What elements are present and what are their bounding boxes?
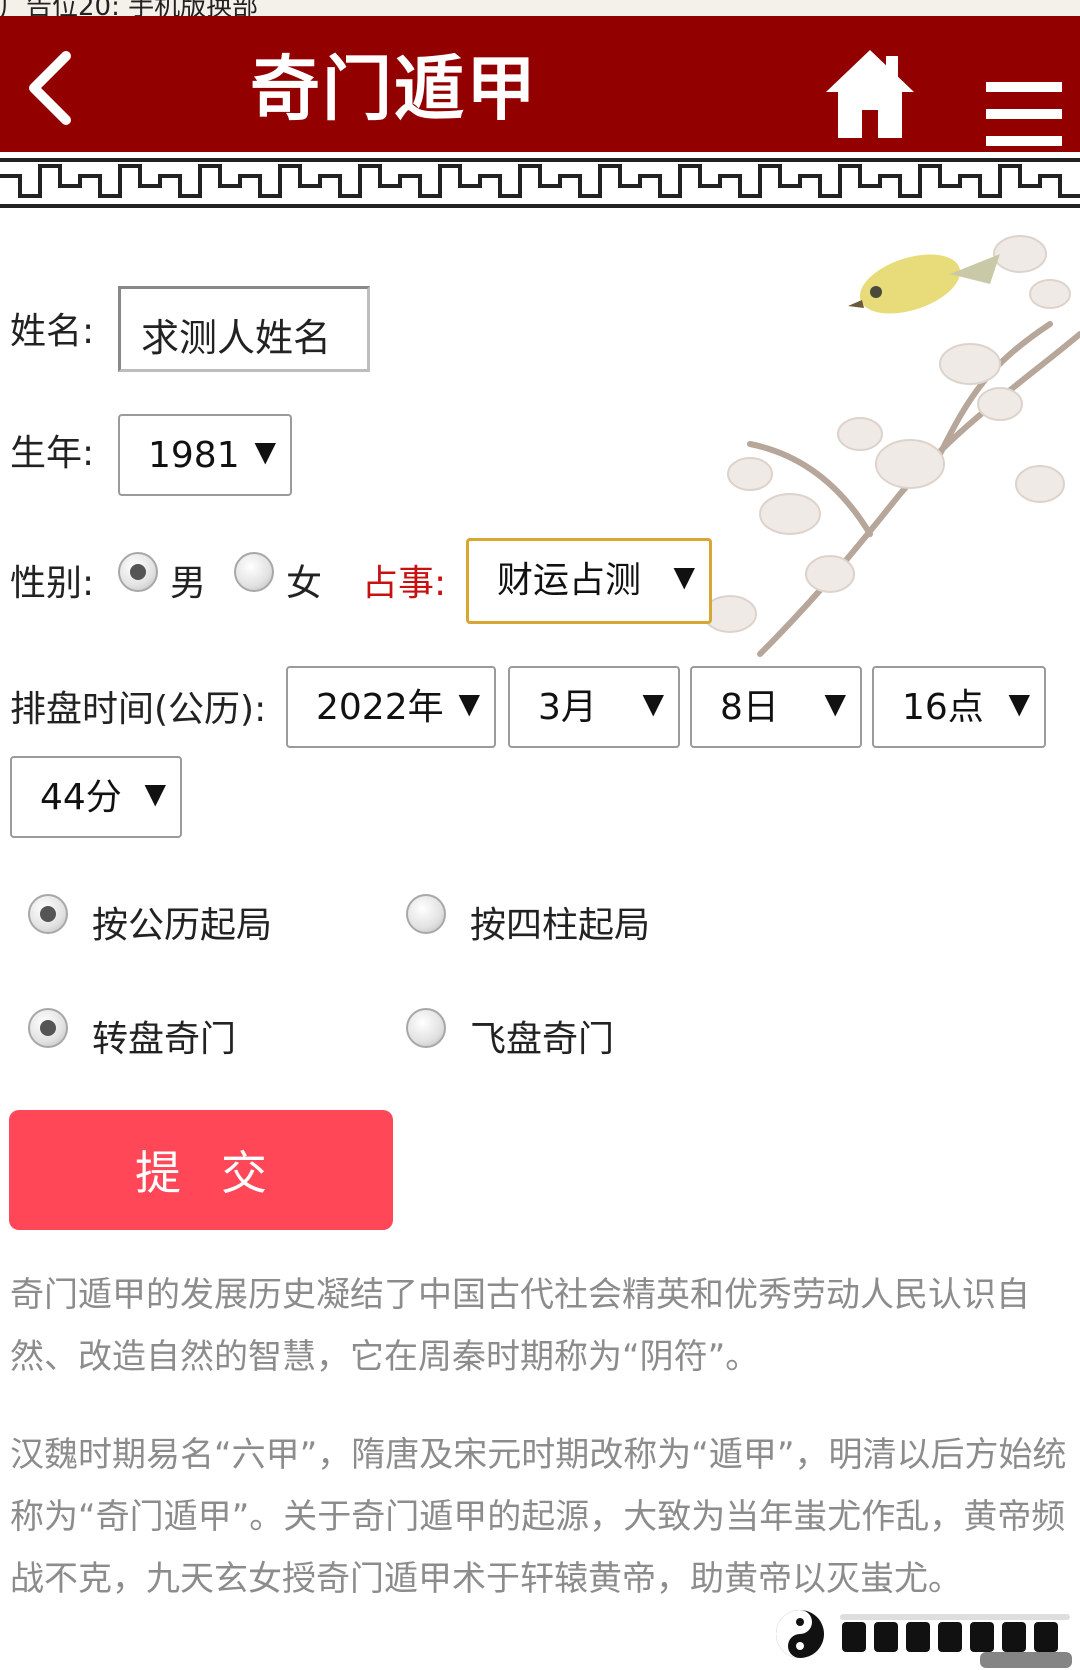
intro-paragraph-1: 奇门遁甲的发展历史凝结了中国古代社会精英和优秀劳动人民认识自然、改造自然的智慧，…: [10, 1275, 1030, 1377]
dropdown-arrow-icon: ▼: [254, 435, 276, 468]
divination-value: 财运占测: [497, 560, 642, 601]
submit-button[interactable]: 提交: [9, 1110, 393, 1230]
plate-flying-radio[interactable]: [406, 1008, 446, 1048]
gender-female-radio[interactable]: [234, 552, 274, 592]
method-pillars-label: 按四柱起局: [470, 905, 651, 946]
dropdown-arrow-icon: ▼: [144, 777, 166, 810]
gender-label: 性别:: [10, 563, 95, 604]
top-banner-strip: 广告位20: 手机版换部: [0, 0, 1080, 16]
dropdown-arrow-icon: ▼: [642, 687, 664, 720]
intro-paragraph-2: 汉魏时期易名“六甲”，隋唐及宋元时期改称为“遁甲”，明清以后方始统称为“奇门遁甲…: [10, 1435, 1067, 1599]
gender-male-radio[interactable]: [118, 552, 158, 592]
time-label: 排盘时间(公历):: [10, 689, 267, 730]
method-solar-radio[interactable]: [28, 894, 68, 934]
plate-rotating-label: 转盘奇门: [92, 1019, 237, 1060]
time-year-select[interactable]: 2022年 ▼: [286, 666, 496, 748]
name-label: 姓名:: [10, 311, 95, 352]
dropdown-arrow-icon: ▼: [673, 560, 695, 593]
divination-label: 占事:: [362, 563, 447, 604]
back-arrow-icon[interactable]: [22, 48, 78, 128]
plate-flying-label: 飞盘奇门: [470, 1019, 615, 1060]
dropdown-arrow-icon: ▼: [458, 687, 480, 720]
gender-male-label: 男: [170, 563, 207, 604]
method-solar-label: 按公历起局: [92, 905, 273, 946]
time-minute-value: 44分: [40, 777, 122, 818]
birth-year-select[interactable]: 1981 ▼: [118, 414, 292, 496]
birth-year-value: 1981: [148, 435, 240, 476]
birth-year-label: 生年:: [10, 433, 95, 474]
time-year-value: 2022年: [316, 687, 444, 728]
plate-rotating-radio[interactable]: [28, 1008, 68, 1048]
page-title: 奇门遁甲: [250, 48, 538, 130]
method-pillars-radio[interactable]: [406, 894, 446, 934]
menu-icon[interactable]: [986, 82, 1062, 146]
time-month-value: 3月: [538, 687, 597, 728]
time-day-select[interactable]: 8日 ▼: [690, 666, 862, 748]
gender-female-label: 女: [286, 563, 323, 604]
dropdown-arrow-icon: ▼: [824, 687, 846, 720]
top-banner-text: 广告位20: 手机版换部: [0, 0, 259, 16]
time-month-select[interactable]: 3月 ▼: [508, 666, 680, 748]
logo-watermark: [776, 1610, 1072, 1668]
name-input[interactable]: 求测人姓名: [118, 286, 370, 372]
divination-select[interactable]: 财运占测 ▼: [466, 538, 712, 624]
app-header: 奇门遁甲: [0, 16, 1080, 152]
time-day-value: 8日: [720, 687, 779, 728]
time-hour-select[interactable]: 16点 ▼: [872, 666, 1046, 748]
fret-border-decoration: [0, 152, 1080, 214]
dropdown-arrow-icon: ▼: [1008, 687, 1030, 720]
time-hour-value: 16点: [902, 687, 984, 728]
home-icon[interactable]: [822, 44, 918, 144]
time-minute-select[interactable]: 44分 ▼: [10, 756, 182, 838]
